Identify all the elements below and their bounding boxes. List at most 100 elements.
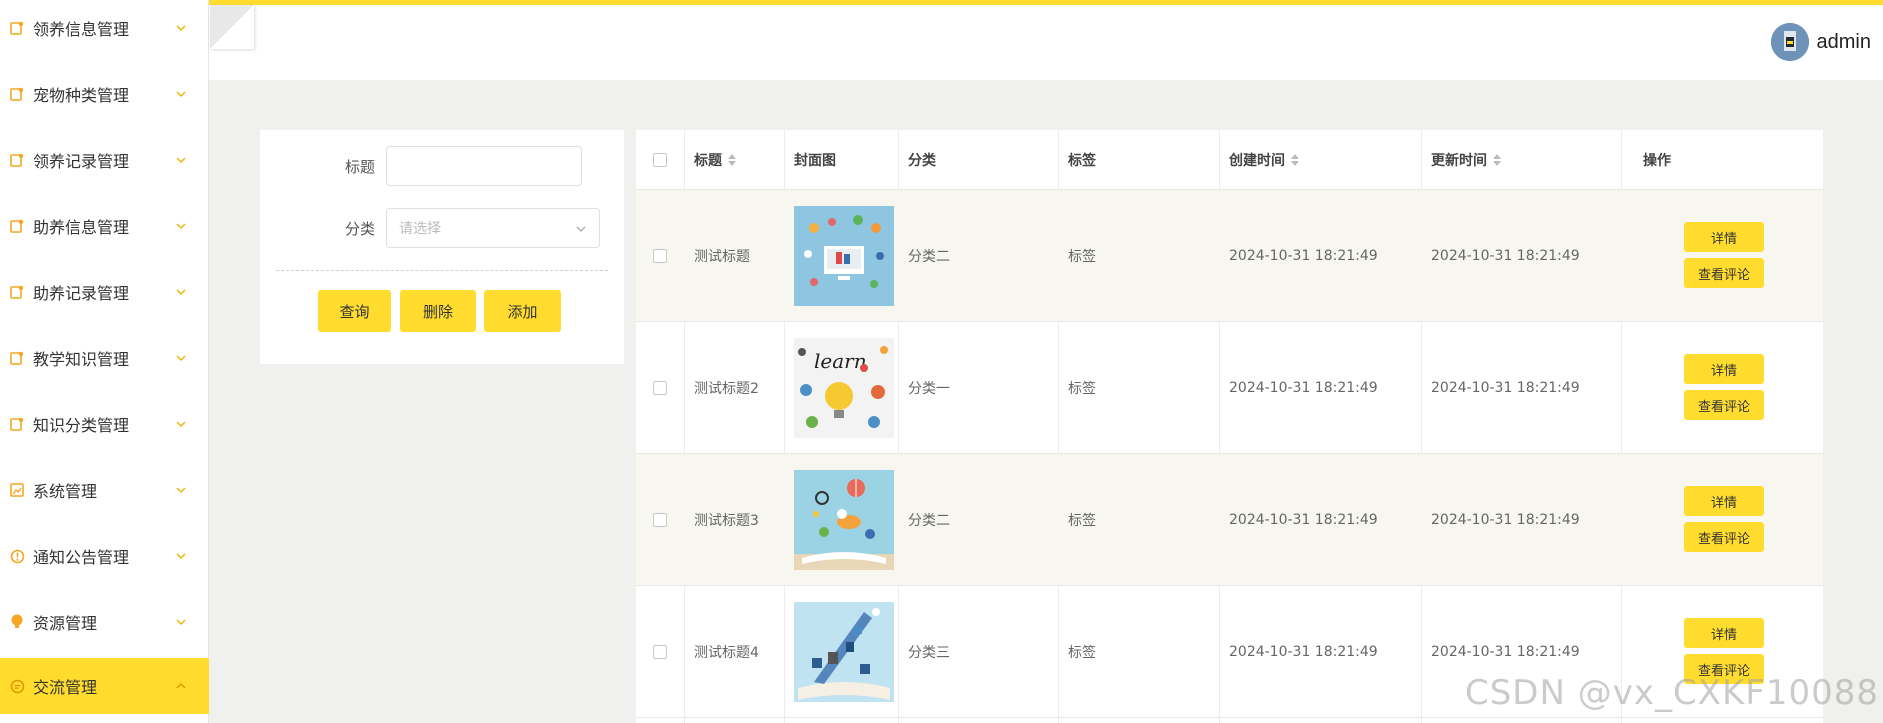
doc-icon [9,416,25,432]
cell-tag: 标签 [1068,645,1096,661]
chevron-down-icon [176,25,186,31]
chevron-down-icon [576,226,586,232]
sidebar-item-label: 知识分类管理 [33,416,130,435]
cell-created: 2024-10-31 18:21:49 [1229,512,1378,528]
cover-image[interactable] [794,470,894,570]
watermark: CSDN @vx_CXKF10088 [1464,673,1879,713]
table-row: 测试标题3 分类二 标签 2024-10-31 18:21:49 2024-10… [636,454,1823,586]
delete-button[interactable]: 删除 [400,290,476,332]
query-button[interactable]: 查询 [318,290,391,332]
chat-icon [9,678,25,694]
sidebar-item-label: 通知公告管理 [33,548,130,567]
col-category: 分类 [908,153,936,169]
title-label: 标题 [344,158,375,176]
cell-category: 分类一 [908,381,950,397]
cell-title: 测试标题2 [694,381,759,397]
sort-icon[interactable] [1493,154,1501,166]
sidebar-item-label: 教学知识管理 [33,350,130,369]
sidebar-item-teaching-knowledge[interactable]: 教学知识管理 [0,330,209,386]
cover-image[interactable] [794,206,894,306]
divider [276,270,608,271]
row-checkbox[interactable] [653,513,667,527]
row-checkbox[interactable] [653,381,667,395]
detail-button[interactable]: 详情 [1684,354,1764,384]
category-select-placeholder: 请选择 [399,221,441,237]
chevron-down-icon [176,223,186,229]
cell-tag: 标签 [1068,249,1096,265]
username[interactable]: admin [1817,31,1871,54]
cell-title: 测试标题4 [694,645,759,661]
doc-icon [9,218,25,234]
sidebar-item-label: 宠物种类管理 [33,86,130,105]
view-comments-button[interactable]: 查看评论 [1684,522,1764,552]
chevron-down-icon [176,289,186,295]
row-checkbox[interactable] [653,249,667,263]
cell-created: 2024-10-31 18:21:49 [1229,248,1378,264]
cover-image[interactable]: learn [794,338,894,438]
cell-created: 2024-10-31 18:21:49 [1229,644,1378,660]
col-updated[interactable]: 更新时间 [1421,130,1621,190]
sidebar-item-sponsor-records[interactable]: 助养记录管理 [0,264,209,320]
title-input[interactable] [386,146,582,186]
add-button[interactable]: 添加 [484,290,561,332]
sidebar-item-resources[interactable]: 资源管理 [0,594,209,650]
category-label: 分类 [344,220,375,238]
select-all-checkbox[interactable] [653,153,667,167]
chevron-down-icon [176,553,186,559]
cell-category: 分类二 [908,249,950,265]
sidebar-item-knowledge-category[interactable]: 知识分类管理 [0,396,209,452]
chevron-up-icon [176,683,186,689]
chevron-down-icon [176,487,186,493]
cell-title: 测试标题3 [694,513,759,529]
detail-button[interactable]: 详情 [1684,222,1764,252]
col-created[interactable]: 创建时间 [1219,130,1421,190]
avatar[interactable] [1770,23,1809,61]
svg-text:learn: learn [814,349,867,373]
select-all[interactable] [636,130,684,190]
doc-icon [9,20,25,36]
cell-updated: 2024-10-31 18:21:49 [1431,380,1580,396]
sidebar-item-notice[interactable]: 通知公告管理 [0,528,209,584]
cell-title: 测试标题 [694,249,750,265]
chevron-down-icon [176,157,186,163]
view-comments-button[interactable]: 查看评论 [1684,258,1764,288]
row-checkbox[interactable] [653,645,667,659]
chevron-down-icon [176,355,186,361]
cell-updated: 2024-10-31 18:21:49 [1431,248,1580,264]
table-header: 标题 封面图 分类 标签 创建时间 更新时间 操作 [636,130,1823,190]
search-panel: 标题 分类 请选择 查询 删除 添加 [260,130,624,364]
col-tag: 标签 [1068,153,1096,169]
category-select[interactable]: 请选择 [386,208,600,248]
sidebar-item-label: 交流管理 [33,678,98,697]
data-table: 标题 封面图 分类 标签 创建时间 更新时间 操作 测试标题 分类二 标签 20… [636,130,1823,723]
sidebar-item-pet-species[interactable]: 宠物种类管理 [0,66,209,122]
doc-icon [9,284,25,300]
detail-button[interactable]: 详情 [1684,486,1764,516]
sidebar-item-label: 领养记录管理 [33,152,130,171]
view-comments-button[interactable]: 查看评论 [1684,390,1764,420]
info-icon [9,548,25,564]
col-title[interactable]: 标题 [684,130,784,190]
col-actions: 操作 [1643,153,1671,169]
header [209,5,1883,80]
sidebar-item-label: 资源管理 [33,614,98,633]
col-cover: 封面图 [794,153,836,169]
user-menu[interactable]: admin [1770,22,1871,62]
table-row: 测试标题 分类二 标签 2024-10-31 18:21:49 2024-10-… [636,190,1823,322]
doc-icon [9,152,25,168]
sort-icon[interactable] [728,154,736,166]
cell-category: 分类二 [908,513,950,529]
sidebar-item-sponsor-info[interactable]: 助养信息管理 [0,198,209,254]
detail-button[interactable]: 详情 [1684,618,1764,648]
sidebar-item-communication[interactable]: 交流管理 [0,658,209,714]
page-fold-corner [210,5,254,49]
sidebar-item-adoption-records[interactable]: 领养记录管理 [0,132,209,188]
sidebar-item-system[interactable]: 系统管理 [0,462,209,518]
cell-created: 2024-10-31 18:21:49 [1229,380,1378,396]
sidebar-item-label: 助养记录管理 [33,284,130,303]
doc-icon [9,350,25,366]
chevron-down-icon [176,421,186,427]
sort-icon[interactable] [1291,154,1299,166]
cover-image[interactable] [794,602,894,702]
sidebar-item-adoption-info[interactable]: 领养信息管理 [0,0,209,56]
